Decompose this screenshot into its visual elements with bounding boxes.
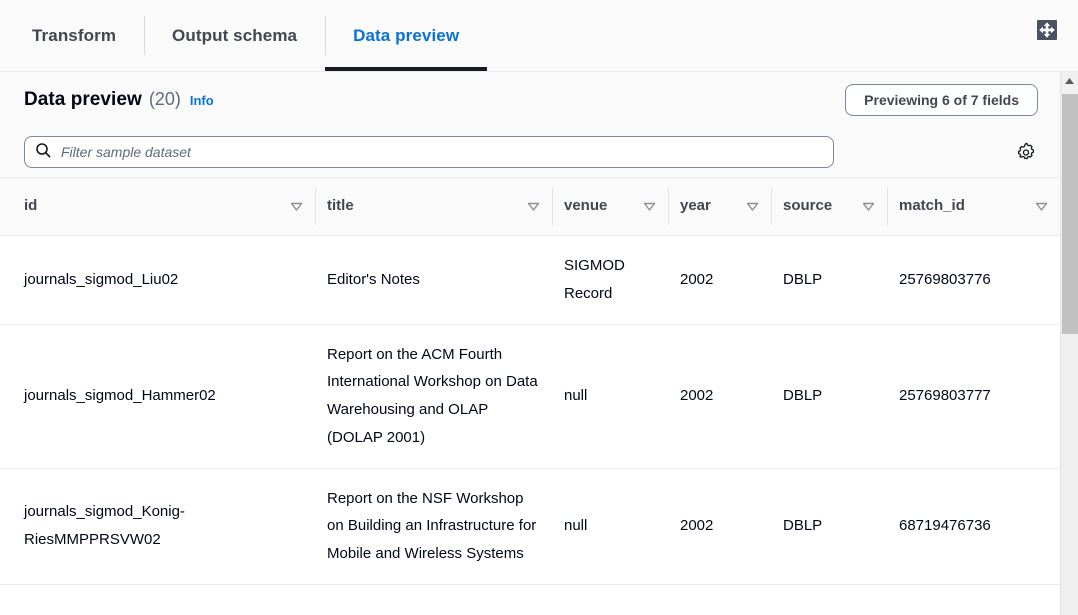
tab-output-schema-label: Output schema xyxy=(172,26,297,46)
column-header-title[interactable]: title xyxy=(315,178,552,236)
cell-source: DBLP xyxy=(771,324,887,468)
column-header-title-label: title xyxy=(327,197,354,215)
table-header: id title xyxy=(0,178,1060,236)
sort-descending-icon[interactable] xyxy=(746,200,759,213)
table-body: journals_sigmod_Liu02 Editor's Notes SIG… xyxy=(0,236,1060,585)
cell-venue: SIGMOD Record xyxy=(552,236,668,325)
cell-match-id: 25769803776 xyxy=(887,236,1060,325)
cell-source: DBLP xyxy=(771,468,887,584)
preview-content: Data preview (20) Info Previewing 6 of 7… xyxy=(0,72,1078,615)
caret-up-icon[interactable] xyxy=(1061,72,1078,90)
sort-descending-icon[interactable] xyxy=(1035,200,1048,213)
info-link[interactable]: Info xyxy=(190,93,214,108)
table-row[interactable]: journals_sigmod_Hammer02 Report on the A… xyxy=(0,324,1060,468)
page-title: Data preview xyxy=(24,89,142,111)
preview-panel-inner: Data preview (20) Info Previewing 6 of 7… xyxy=(0,72,1060,615)
search-icon xyxy=(35,142,51,163)
previewing-fields-button[interactable]: Previewing 6 of 7 fields xyxy=(845,84,1038,116)
cell-title: Editor's Notes xyxy=(315,236,552,325)
cell-venue: null xyxy=(552,468,668,584)
table-header-row: id title xyxy=(0,178,1060,236)
cell-id: journals_sigmod_Liu02 xyxy=(0,236,315,325)
sort-descending-icon[interactable] xyxy=(862,200,875,213)
scrollbar-thumb[interactable] xyxy=(1062,94,1078,334)
data-preview-panel: Transform Output schema Data preview xyxy=(0,0,1078,615)
filter-row xyxy=(0,127,1060,177)
cell-year: 2002 xyxy=(668,468,771,584)
cell-match-id: 25769803777 xyxy=(887,324,1060,468)
sort-descending-icon[interactable] xyxy=(290,200,303,213)
table-row[interactable]: journals_sigmod_Liu02 Editor's Notes SIG… xyxy=(0,236,1060,325)
column-header-id[interactable]: id xyxy=(0,178,315,236)
table-row[interactable]: journals_sigmod_Konig-RiesMMPPRSVW02 Rep… xyxy=(0,468,1060,584)
sort-descending-icon[interactable] xyxy=(643,200,656,213)
search-input[interactable] xyxy=(59,143,823,161)
search-box[interactable] xyxy=(24,136,834,168)
column-header-venue-label: venue xyxy=(564,197,607,215)
column-header-source-label: source xyxy=(783,197,832,215)
preview-header: Data preview (20) Info Previewing 6 of 7… xyxy=(0,72,1060,127)
cell-year: 2002 xyxy=(668,324,771,468)
sort-descending-icon[interactable] xyxy=(527,200,540,213)
cell-source: DBLP xyxy=(771,236,887,325)
preview-title-group: Data preview (20) Info xyxy=(24,89,214,111)
vertical-scrollbar[interactable] xyxy=(1060,72,1078,615)
column-header-venue[interactable]: venue xyxy=(552,178,668,236)
expand-icon[interactable] xyxy=(1034,17,1060,43)
data-table-wrapper: id title xyxy=(0,177,1060,585)
cell-title: Report on the NSF Workshop on Building a… xyxy=(315,468,552,584)
cell-id: journals_sigmod_Hammer02 xyxy=(0,324,315,468)
tab-bar: Transform Output schema Data preview xyxy=(0,0,1078,72)
cell-id: journals_sigmod_Konig-RiesMMPPRSVW02 xyxy=(0,468,315,584)
column-header-id-label: id xyxy=(24,197,37,215)
preview-count: (20) xyxy=(149,89,181,110)
cell-venue: null xyxy=(552,324,668,468)
tab-list: Transform Output schema Data preview xyxy=(0,0,487,71)
cell-title: Report on the ACM Fourth International W… xyxy=(315,324,552,468)
column-header-year[interactable]: year xyxy=(668,178,771,236)
tab-data-preview[interactable]: Data preview xyxy=(325,0,487,71)
gear-icon[interactable] xyxy=(1014,140,1038,164)
tab-transform-label: Transform xyxy=(32,26,116,46)
tab-output-schema[interactable]: Output schema xyxy=(144,0,325,71)
column-header-year-label: year xyxy=(680,197,711,215)
cell-match-id: 68719476736 xyxy=(887,468,1060,584)
column-header-match-id-label: match_id xyxy=(899,197,965,215)
data-preview-table: id title xyxy=(0,177,1060,585)
tab-data-preview-label: Data preview xyxy=(353,26,459,46)
cell-year: 2002 xyxy=(668,236,771,325)
column-header-source[interactable]: source xyxy=(771,178,887,236)
column-header-match-id[interactable]: match_id xyxy=(887,178,1060,236)
tab-transform[interactable]: Transform xyxy=(4,0,144,71)
